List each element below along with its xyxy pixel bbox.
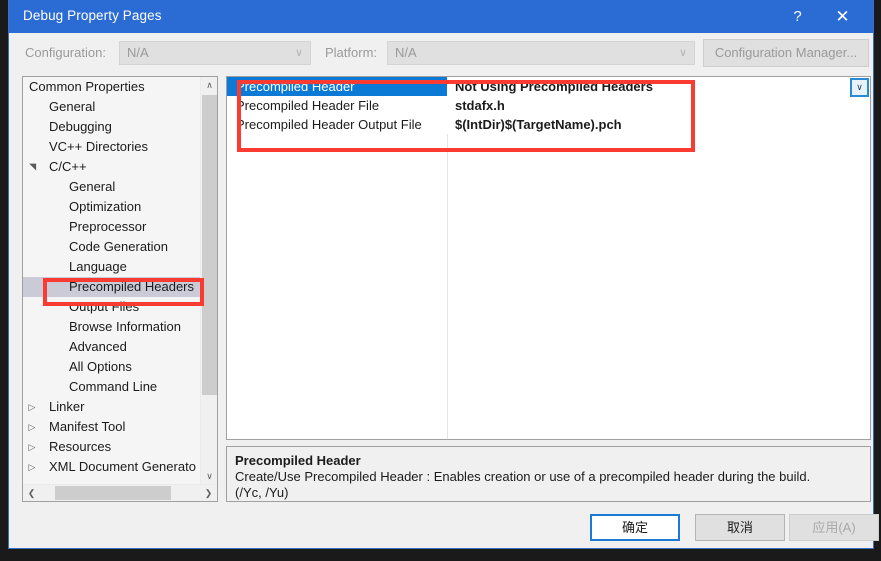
property-value[interactable]: Not Using Precompiled Headers (455, 77, 653, 96)
chevron-down-icon: ∨ (678, 47, 687, 59)
close-icon[interactable]: ✕ (820, 0, 865, 33)
tree-item-label: Output Files (69, 299, 140, 314)
tree-item-code-generation[interactable]: Code Generation (23, 237, 201, 257)
tree-item-label: Precompiled Headers (69, 279, 195, 294)
tree-item-output-files[interactable]: Output Files (23, 297, 201, 317)
tree-item-all-options[interactable]: All Options (23, 357, 201, 377)
tree-item-vc-directories[interactable]: VC++ Directories (23, 137, 201, 157)
tree-vertical-scrollbar[interactable]: ∧ ∨ (200, 77, 217, 485)
tree-item-label: Code Generation (69, 239, 169, 254)
tree-item-precompiled-headers[interactable]: Precompiled Headers (23, 277, 201, 297)
tree-item-common-properties[interactable]: Common Properties (23, 77, 201, 97)
chevron-down-icon: ∨ (294, 47, 303, 59)
tree-item-advanced[interactable]: Advanced (23, 337, 201, 357)
tree-item-label: Manifest Tool (49, 419, 126, 434)
tree-vscroll-thumb[interactable] (202, 95, 217, 395)
tree-item-resources[interactable]: ▷ Resources (23, 437, 201, 457)
platform-label: Platform: (325, 45, 378, 60)
tree-item-c-c[interactable]: ◢ C/C++ (23, 157, 201, 177)
description-title: Precompiled Header (235, 453, 361, 468)
tree-item-label: General (49, 99, 96, 114)
property-grid[interactable]: ∨ Precompiled Header Not Using Precompile… (226, 76, 871, 440)
property-row[interactable]: Precompiled Header Output File $(IntDir)$… (227, 115, 870, 134)
description-panel: Precompiled Header Create/Use Precompile… (226, 446, 871, 502)
cancel-button[interactable]: 取消 (695, 514, 785, 541)
window-title: Debug Property Pages (23, 8, 162, 23)
tree-expander-collapsed-icon[interactable]: ▷ (25, 437, 39, 457)
tree-item-label: Common Properties (29, 79, 145, 94)
tree-item-linker[interactable]: ▷ Linker (23, 397, 201, 417)
property-row[interactable]: Precompiled Header Not Using Precompiled … (227, 77, 870, 96)
tree-item-label: Optimization (69, 199, 142, 214)
property-value[interactable]: stdafx.h (455, 96, 505, 115)
tree-item-xml-document-generato[interactable]: ▷ XML Document Generato (23, 457, 201, 477)
tree-item-optimization[interactable]: Optimization (23, 197, 201, 217)
tree-expander-expanded-icon[interactable]: ◢ (23, 160, 42, 174)
scroll-down-icon[interactable]: ∨ (201, 468, 218, 485)
configuration-bar: Configuration: N/A ∨ Platform: N/A ∨ Con… (9, 33, 873, 73)
ok-button[interactable]: 确定 (590, 514, 680, 541)
tree-item-label: Advanced (69, 339, 127, 354)
tree-item-label: Linker (49, 399, 85, 414)
tree-item-label: Browse Information (69, 319, 181, 334)
property-tree-panel: Common Properties General Debugging VC++ Di… (22, 76, 218, 502)
tree-item-preprocessor[interactable]: Preprocessor (23, 217, 201, 237)
tree-item-label: VC++ Directories (49, 139, 148, 154)
grid-column-divider (447, 134, 448, 439)
tree-item-label: XML Document Generato (49, 459, 196, 474)
tree-item-label: Debugging (49, 119, 112, 134)
tree-item-label: Preprocessor (69, 219, 147, 234)
tree-item-label: Command Line (69, 379, 158, 394)
property-row[interactable]: Precompiled Header File stdafx.h (227, 96, 870, 115)
tree-item-general[interactable]: General (23, 177, 201, 197)
tree-item-label: Resources (49, 439, 112, 454)
property-name: Precompiled Header Output File (236, 117, 422, 132)
tree-item-language[interactable]: Language (23, 257, 201, 277)
tree-expander-collapsed-icon[interactable]: ▷ (25, 457, 39, 477)
apply-button[interactable]: 应用(A) (789, 514, 879, 541)
platform-select[interactable]: N/A ∨ (387, 41, 695, 65)
scroll-up-icon[interactable]: ∧ (201, 77, 218, 94)
description-line-2: (/Yc, /Yu) (235, 485, 289, 500)
tree-item-label: C/C++ (49, 159, 87, 174)
scroll-left-icon[interactable]: ❮ (23, 485, 40, 501)
tree-item-debugging[interactable]: Debugging (23, 117, 201, 137)
tree-horizontal-scrollbar[interactable]: ❮ ❯ (23, 484, 217, 501)
configuration-value: N/A (127, 45, 149, 60)
tree-item-general[interactable]: General (23, 97, 201, 117)
tree-item-manifest-tool[interactable]: ▷ Manifest Tool (23, 417, 201, 437)
title-bar: Debug Property Pages ? ✕ (9, 0, 873, 33)
description-line-1: Create/Use Precompiled Header : Enables … (235, 469, 811, 484)
configuration-manager-button[interactable]: Configuration Manager... (703, 39, 869, 67)
property-pages-dialog: Debug Property Pages ? ✕ Configuration: … (8, 0, 879, 549)
scroll-right-icon[interactable]: ❯ (200, 485, 217, 501)
property-name: Precompiled Header (227, 77, 447, 96)
tree-item-label: General (69, 179, 116, 194)
property-tree[interactable]: Common Properties General Debugging VC++ Di… (23, 77, 201, 485)
configuration-select[interactable]: N/A ∨ (119, 41, 311, 65)
property-name: Precompiled Header File (236, 98, 380, 113)
tree-item-command-line[interactable]: Command Line (23, 377, 201, 397)
platform-value: N/A (395, 45, 417, 60)
property-value[interactable]: $(IntDir)$(TargetName).pch (455, 115, 622, 134)
configuration-label: Configuration: (25, 45, 106, 60)
tree-expander-collapsed-icon[interactable]: ▷ (25, 417, 39, 437)
help-icon[interactable]: ? (775, 0, 820, 33)
tree-item-label: All Options (69, 359, 132, 374)
tree-hscroll-thumb[interactable] (55, 486, 171, 500)
tree-expander-collapsed-icon[interactable]: ▷ (25, 397, 39, 417)
tree-item-label: Language (69, 259, 127, 274)
tree-item-browse-information[interactable]: Browse Information (23, 317, 201, 337)
